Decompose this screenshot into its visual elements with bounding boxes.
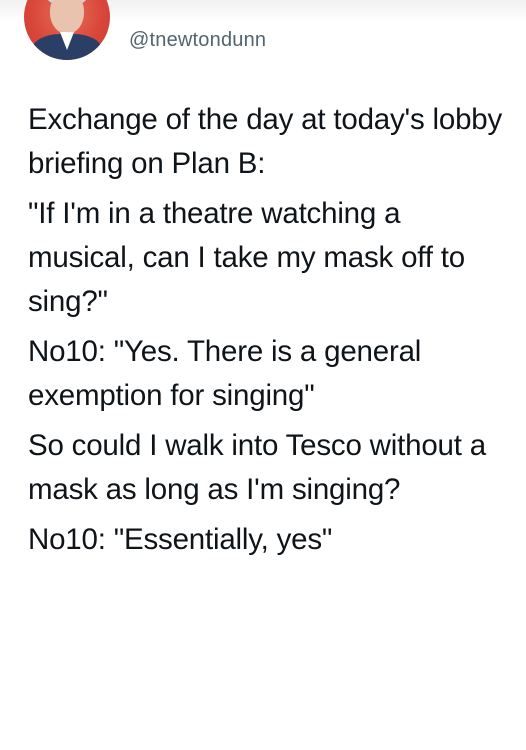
- tweet-paragraph: So could I walk into Tesco without a mas…: [28, 429, 486, 506]
- tweet-paragraph: "If I'm in a theatre watching a musical,…: [28, 197, 465, 318]
- tweet-header: @tnewtondunn: [24, 0, 266, 62]
- tweet-body: Exchange of the day at today's lobby bri…: [28, 98, 508, 568]
- tweet-paragraph: Exchange of the day at today's lobby bri…: [28, 103, 503, 180]
- avatar-face: [50, 0, 84, 34]
- tweet-paragraph: No10: "Yes. There is a general exemption…: [28, 335, 422, 412]
- avatar[interactable]: [24, 0, 110, 60]
- user-handle[interactable]: @tnewtondunn: [129, 29, 266, 52]
- tweet-paragraph: No10: "Essentially, yes": [28, 523, 333, 556]
